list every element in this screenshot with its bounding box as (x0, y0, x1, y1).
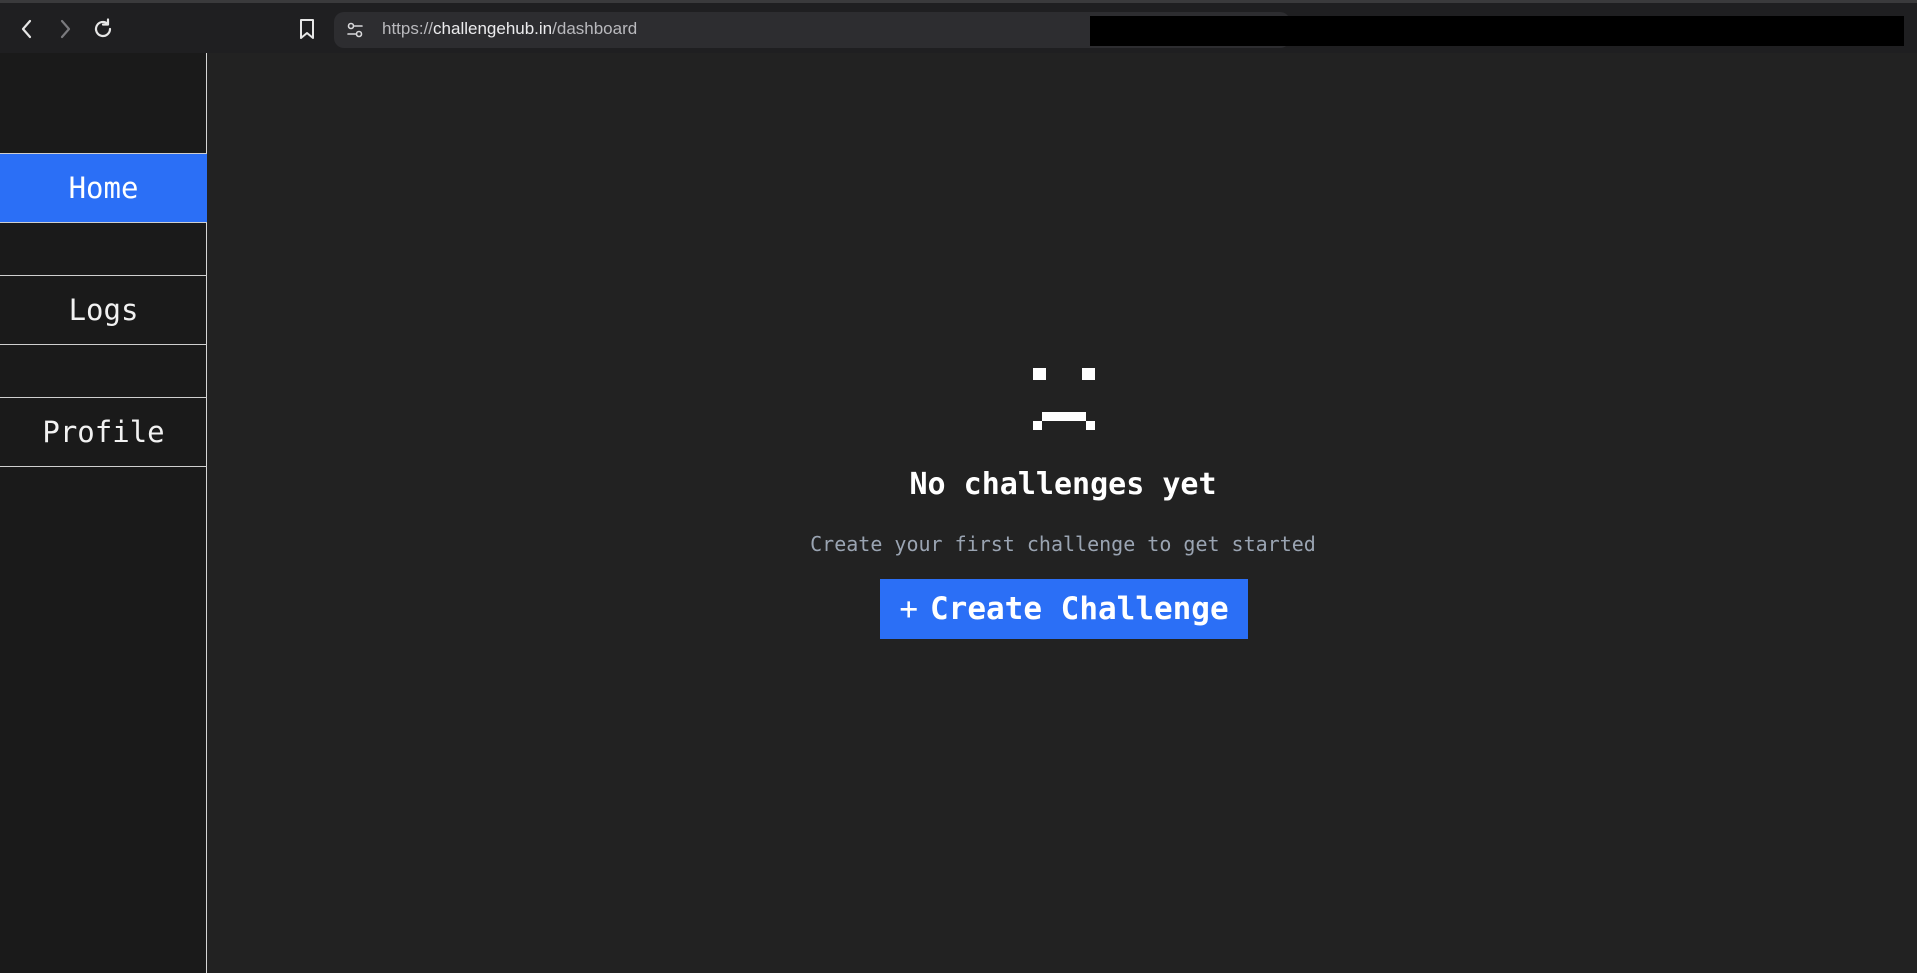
back-button[interactable] (12, 14, 42, 44)
create-challenge-button[interactable]: + Create Challenge (880, 579, 1248, 639)
sidebar-item-logs[interactable]: Logs (0, 275, 207, 345)
back-icon (21, 19, 32, 39)
browser-toolbar: https://challengehub.in/dashboard (0, 0, 1917, 53)
sidebar: Home Logs Profile (0, 53, 207, 973)
bookmark-button[interactable] (292, 14, 322, 44)
empty-state-subtitle: Create your first challenge to get start… (810, 532, 1316, 556)
plus-icon: + (899, 591, 919, 627)
url-path: /dashboard (552, 19, 638, 38)
main-content (208, 53, 1917, 973)
url-scheme: https:// (382, 19, 434, 38)
forward-icon (60, 19, 71, 39)
sidebar-item-label: Logs (68, 293, 139, 327)
create-challenge-label: Create Challenge (930, 591, 1229, 627)
url-host: challengehub.in (433, 19, 553, 38)
reload-icon (94, 18, 112, 38)
reload-button[interactable] (88, 14, 118, 44)
sidebar-item-label: Profile (42, 415, 165, 449)
empty-state-title: No challenges yet (909, 467, 1217, 502)
bookmark-icon (300, 19, 314, 39)
sidebar-item-profile[interactable]: Profile (0, 397, 207, 467)
url-text[interactable]: https://challengehub.in/dashboard (382, 19, 637, 39)
forward-button[interactable] (50, 14, 80, 44)
sidebar-item-home[interactable]: Home (0, 153, 207, 223)
site-settings-icon[interactable] (346, 21, 364, 39)
sad-face-icon (1033, 368, 1095, 430)
sidebar-item-label: Home (68, 171, 139, 205)
redacted-region (1090, 16, 1904, 46)
